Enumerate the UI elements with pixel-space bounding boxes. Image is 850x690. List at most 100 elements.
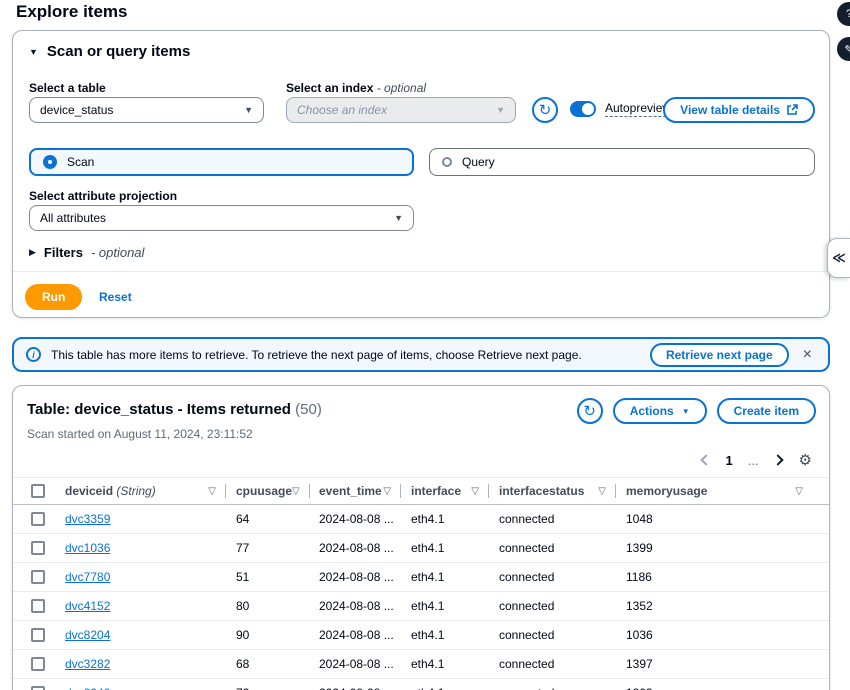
sort-icon[interactable]: ▽: [208, 486, 216, 497]
cell-cpuusage: 51: [236, 570, 319, 584]
item-link[interactable]: dvc3359: [65, 512, 110, 526]
autopreview-control: Autopreview: [570, 101, 671, 117]
table-select-value: device_status: [40, 103, 113, 117]
row-checkbox[interactable]: [31, 599, 45, 613]
cell-interface: eth4.1: [411, 570, 499, 584]
run-button[interactable]: Run: [25, 284, 82, 310]
item-link[interactable]: dvc7780: [65, 570, 110, 584]
scan-query-panel: ▼ Scan or query items Select a table Sel…: [12, 30, 830, 318]
refresh-button[interactable]: ↻: [577, 398, 603, 424]
column-header[interactable]: deviceid (String) ▽: [65, 484, 236, 498]
sort-icon[interactable]: ▽: [598, 486, 606, 497]
row-checkbox[interactable]: [31, 686, 45, 690]
chevron-down-icon: ▼: [394, 213, 403, 223]
sort-icon[interactable]: ▽: [471, 486, 479, 497]
view-table-details-button[interactable]: View table details: [663, 97, 815, 123]
cell-cpuusage: 64: [236, 512, 319, 526]
side-panel-toggle[interactable]: ≪: [827, 238, 850, 278]
table-row[interactable]: dvc7780512024-08-08 ...eth4.1connected11…: [13, 563, 829, 592]
row-select-cell: [29, 512, 65, 526]
table-row[interactable]: dvc3359642024-08-08 ...eth4.1connected10…: [13, 505, 829, 534]
attribute-projection-label: Select attribute projection: [29, 189, 177, 203]
pencil-icon: ✎: [844, 43, 850, 56]
cell-interface: eth4.1: [411, 657, 499, 671]
feedback-button[interactable]: ✎: [837, 37, 850, 61]
cell-interface: eth4.1: [411, 599, 499, 613]
row-checkbox[interactable]: [31, 628, 45, 642]
divider: [13, 271, 829, 272]
item-link[interactable]: dvc3282: [65, 657, 110, 671]
reset-button[interactable]: Reset: [99, 290, 132, 304]
column-header[interactable]: interfacestatus ▽: [499, 484, 626, 498]
autopreview-toggle[interactable]: [570, 101, 596, 117]
column-header[interactable]: cpuusage ▽: [236, 484, 319, 498]
retrieve-next-page-button[interactable]: Retrieve next page: [650, 343, 789, 367]
column-header[interactable]: memoryusage ▽: [626, 484, 813, 498]
page-number[interactable]: 1: [725, 453, 732, 468]
sort-icon[interactable]: ▽: [292, 486, 300, 497]
item-link[interactable]: dvc2040: [65, 686, 110, 690]
chevron-down-icon: ▼: [496, 105, 505, 115]
cell-deviceid: dvc7780: [65, 570, 236, 584]
refresh-button[interactable]: ↻: [532, 97, 558, 123]
next-page-button[interactable]: [772, 454, 783, 465]
item-link[interactable]: dvc4152: [65, 599, 110, 613]
row-checkbox[interactable]: [31, 657, 45, 671]
cell-interfacestatus: connected: [499, 599, 626, 613]
column-divider: [225, 484, 226, 498]
actions-button[interactable]: Actions ▼: [613, 398, 707, 424]
table-row[interactable]: dvc8204902024-08-08 ...eth4.1connected10…: [13, 621, 829, 650]
index-select[interactable]: Choose an index ▼: [286, 97, 516, 123]
sort-icon[interactable]: ▽: [795, 486, 803, 497]
column-header[interactable]: event_time ▽: [319, 484, 411, 498]
table-row[interactable]: dvc3282682024-08-08 ...eth4.1connected13…: [13, 650, 829, 679]
scan-option[interactable]: Scan: [29, 148, 414, 176]
item-link[interactable]: dvc1036: [65, 541, 110, 555]
attribute-projection-select[interactable]: All attributes ▼: [29, 205, 414, 231]
cell-event_time: 2024-08-08 ...: [319, 686, 411, 690]
cell-cpuusage: 80: [236, 599, 319, 613]
sort-icon[interactable]: ▽: [383, 486, 391, 497]
table-select[interactable]: device_status ▼: [29, 97, 264, 123]
double-chevron-icon: ≪: [832, 250, 846, 266]
table-row[interactable]: dvc1036772024-08-08 ...eth4.1connected13…: [13, 534, 829, 563]
external-link-icon: [786, 104, 798, 116]
cell-event_time: 2024-08-08 ...: [319, 541, 411, 555]
settings-icon[interactable]: ⚙: [799, 451, 812, 469]
column-divider: [615, 484, 616, 498]
info-banner: i This table has more items to retrieve.…: [12, 337, 830, 372]
previous-page-button[interactable]: [701, 454, 712, 465]
row-checkbox[interactable]: [31, 541, 45, 555]
row-select-cell: [29, 570, 65, 584]
results-header: Table: device_status - Items returned (5…: [13, 386, 829, 424]
collapse-icon: ▼: [29, 47, 38, 57]
table-row[interactable]: dvc4152802024-08-08 ...eth4.1connected13…: [13, 592, 829, 621]
create-item-button[interactable]: Create item: [717, 398, 816, 424]
item-link[interactable]: dvc8204: [65, 628, 110, 642]
select-all-checkbox[interactable]: [31, 484, 45, 498]
cell-interfacestatus: connected: [499, 570, 626, 584]
filters-expander[interactable]: ▶ Filters - optional: [29, 245, 144, 260]
cell-deviceid: dvc1036: [65, 541, 236, 555]
row-checkbox[interactable]: [31, 570, 45, 584]
column-divider: [309, 484, 310, 498]
row-select-cell: [29, 686, 65, 690]
cell-memoryusage: 1399: [626, 541, 813, 555]
cell-interfacestatus: connected: [499, 628, 626, 642]
table-header-row: deviceid (String) ▽ cpuusage ▽ event_tim…: [13, 477, 829, 505]
info-icon: i: [26, 347, 41, 362]
close-icon[interactable]: ×: [799, 347, 816, 363]
cell-memoryusage: 1203: [626, 686, 813, 690]
cell-event_time: 2024-08-08 ...: [319, 628, 411, 642]
items-count: (50): [295, 401, 322, 418]
cell-interface: eth4.1: [411, 686, 499, 690]
table-body: dvc3359642024-08-08 ...eth4.1connected10…: [13, 505, 829, 690]
banner-message: This table has more items to retrieve. T…: [51, 348, 640, 362]
column-header[interactable]: interface ▽: [411, 484, 499, 498]
query-option[interactable]: Query: [429, 148, 815, 176]
help-button[interactable]: ?: [837, 2, 850, 26]
panel-header[interactable]: ▼ Scan or query items: [29, 43, 190, 60]
row-checkbox[interactable]: [31, 512, 45, 526]
table-row[interactable]: dvc2040722024-08-08 ...eth4.1connected12…: [13, 679, 829, 690]
chevron-down-icon: ▼: [682, 407, 690, 416]
